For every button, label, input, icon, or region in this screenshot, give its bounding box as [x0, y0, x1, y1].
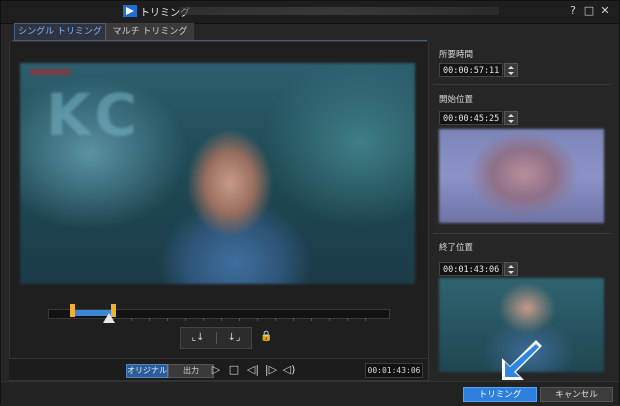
duration-field[interactable]: 00:00:57:11 — [439, 63, 503, 77]
original-toggle[interactable]: オリジナル — [126, 364, 168, 378]
volume-icon[interactable]: ◁) — [282, 363, 296, 377]
title-bar-blur — [179, 7, 499, 15]
mark-out-button[interactable]: ↓⌟ — [219, 330, 249, 346]
mark-in-button[interactable]: ⌞↓ — [183, 330, 213, 346]
duration-label: 所要時間 — [439, 50, 474, 60]
tab-single-trim[interactable]: シングル トリミング — [14, 23, 106, 41]
close-icon[interactable]: ✕ — [597, 3, 613, 19]
video-overlay-tag — [30, 69, 70, 75]
end-position-spinner[interactable] — [504, 262, 518, 276]
video-background-logo: KC — [46, 81, 143, 149]
mark-button-group: ⌞↓ ↓⌟ — [180, 327, 252, 349]
app-logo-icon — [123, 5, 137, 17]
play-icon[interactable]: ▷ — [209, 363, 223, 377]
maximize-icon[interactable]: □ — [581, 3, 597, 19]
duration-spinner[interactable] — [504, 63, 518, 77]
pointer-arrow-icon — [502, 340, 542, 380]
start-position-spinner[interactable] — [504, 111, 518, 125]
timeline-ticks — [113, 318, 383, 321]
start-frame-thumbnail — [439, 129, 604, 223]
stop-icon[interactable]: □ — [227, 363, 241, 377]
trim-ok-button[interactable]: トリミング — [463, 387, 537, 402]
prev-frame-icon[interactable]: ◁| — [246, 363, 260, 377]
playback-controls: オリジナル 出力 ▷ □ ◁| |▷ ◁) 00:01:43:06 — [9, 358, 427, 380]
mark-in-handle[interactable] — [69, 304, 75, 317]
next-frame-icon[interactable]: |▷ — [264, 363, 278, 377]
video-preview[interactable]: KC — [20, 63, 415, 284]
start-position-label: 開始位置 — [439, 95, 474, 105]
title-bar: トリミング ? □ ✕ — [1, 1, 619, 24]
mark-divider — [216, 332, 217, 344]
section-divider — [433, 84, 611, 85]
tab-multi-trim[interactable]: マルチ トリミング — [106, 23, 194, 41]
lock-icon[interactable]: 🔒 — [260, 331, 272, 342]
output-toggle[interactable]: 出力 — [168, 364, 214, 378]
help-icon[interactable]: ? — [565, 3, 581, 19]
start-position-field[interactable]: 00:00:45:25 — [439, 111, 503, 125]
end-position-field[interactable]: 00:01:43:06 — [439, 262, 503, 276]
dialog-footer: トリミング キャンセル — [1, 381, 619, 406]
trim-dialog: トリミング ? □ ✕ シングル トリミング マルチ トリミング KC ⌞↓ ↓… — [0, 0, 620, 406]
current-timecode: 00:01:43:06 — [365, 363, 423, 378]
section-divider — [433, 233, 611, 234]
end-position-label: 終了位置 — [439, 243, 474, 253]
cancel-button[interactable]: キャンセル — [540, 387, 613, 402]
trim-settings-panel: 所要時間 00:00:57:11 開始位置 00:00:45:25 終了位置 0… — [433, 41, 611, 379]
